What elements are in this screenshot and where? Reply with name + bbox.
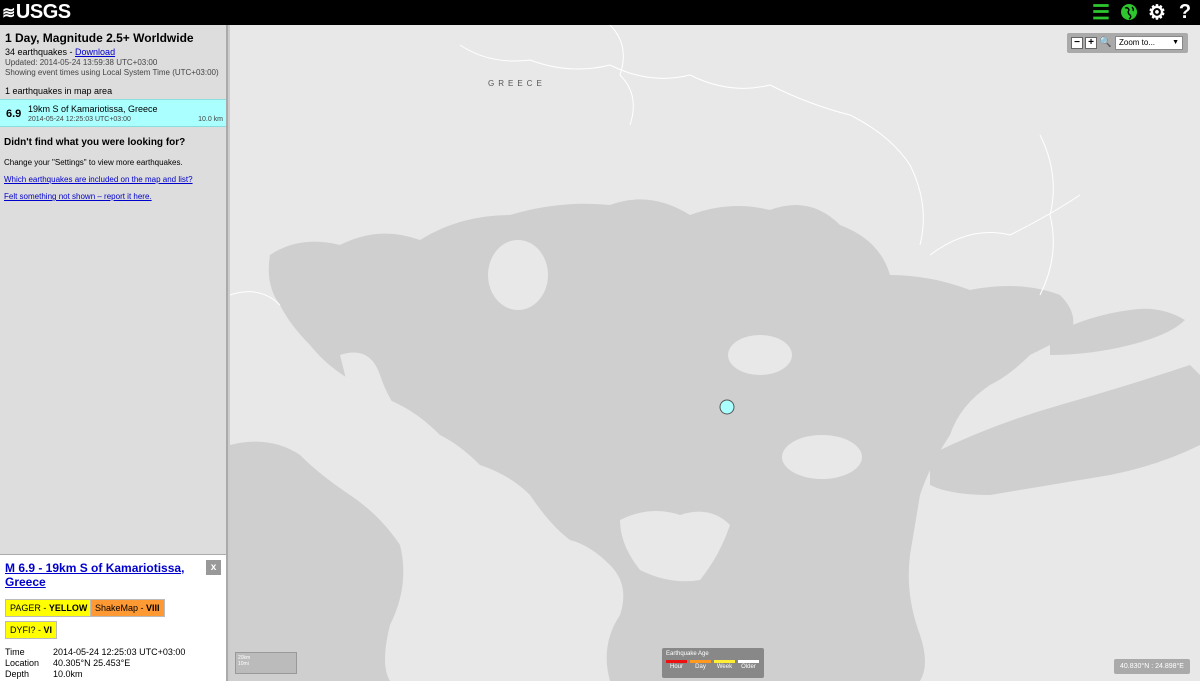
feed-header: 1 Day, Magnitude 2.5+ Worldwide 34 earth… xyxy=(0,25,226,96)
legend-bar-day xyxy=(690,660,711,663)
detail-row-time: Time 2014-05-24 12:25:03 UTC+03:00 xyxy=(5,647,185,658)
zoom-select-value: Zoom to... xyxy=(1119,38,1156,47)
help-icon[interactable]: ? xyxy=(1174,1,1196,23)
globe-icon[interactable] xyxy=(1118,1,1140,23)
felt-report-link[interactable]: Felt something not shown – report it her… xyxy=(4,192,224,201)
earthquake-list-item[interactable]: 6.9 19km S of Kamariotissa, Greece 2014-… xyxy=(0,99,226,127)
zoom-to-select[interactable]: Zoom to... ▼ xyxy=(1115,36,1183,50)
top-icons: ☰ ⚙ ? xyxy=(1090,1,1196,24)
download-link[interactable]: Download xyxy=(75,47,115,57)
legend-label-week: Week xyxy=(716,664,733,670)
earthquake-age-legend: Earthquake Age Hour Day Week Older xyxy=(662,648,764,678)
not-found-section: Didn't find what you were looking for? C… xyxy=(4,137,224,201)
legend-bar-older xyxy=(738,660,759,663)
which-earthquakes-link[interactable]: Which earthquakes are included on the ma… xyxy=(4,175,224,184)
feed-count: 34 earthquakes - Download xyxy=(5,47,221,57)
scale-bar: 20km 10mi xyxy=(235,652,297,674)
row-key: Depth xyxy=(5,669,30,679)
event-detail-panel: M 6.9 - 19km S of Kamariotissa, Greece x… xyxy=(0,554,228,681)
legend-title: Earthquake Age xyxy=(666,651,709,657)
shakemap-value: VIII xyxy=(146,603,160,613)
usgs-logo[interactable]: ≋ USGS xyxy=(2,1,71,23)
in-map-count: 1 earthquakes in map area xyxy=(5,86,113,96)
zoom-in-button[interactable]: + xyxy=(1085,37,1097,49)
pager-label: PAGER - xyxy=(10,603,49,613)
eq-depth: 10.0 km xyxy=(198,116,223,123)
shakemap-badge[interactable]: ShakeMap - VIII xyxy=(90,599,165,617)
chevron-down-icon: ▼ xyxy=(1172,39,1179,46)
gear-icon[interactable]: ⚙ xyxy=(1146,1,1168,24)
pager-badge[interactable]: PAGER - YELLOW xyxy=(5,599,93,617)
timezone-note: Showing event times using Local System T… xyxy=(5,68,219,77)
dyfi-value: VI xyxy=(43,625,53,635)
eq-place: 19km S of Kamariotissa, Greece xyxy=(28,104,158,114)
country-label: GREECE xyxy=(488,79,546,88)
eq-magnitude: 6.9 xyxy=(6,108,22,120)
not-found-text: Change your "Settings" to view more eart… xyxy=(4,158,183,167)
pager-value: YELLOW xyxy=(48,603,88,613)
earthquake-marker[interactable] xyxy=(719,399,735,415)
not-found-title: Didn't find what you were looking for? xyxy=(4,137,186,148)
row-value: 40.305°N 25.453°E xyxy=(53,658,131,668)
feed-title: 1 Day, Magnitude 2.5+ Worldwide xyxy=(5,31,194,45)
legend-label-hour: Hour xyxy=(669,664,683,670)
zoom-control: − + 🔍 Zoom to... ▼ xyxy=(1067,33,1188,53)
count-text: 34 earthquakes - xyxy=(5,47,76,57)
row-key: Time xyxy=(5,647,25,657)
row-value: 2014-05-24 12:25:03 UTC+03:00 xyxy=(53,647,186,657)
dyfi-label: DYFI? - xyxy=(10,625,44,635)
usgs-wave-icon: ≋ xyxy=(2,4,15,22)
updated-text: Updated: 2014-05-24 13:59:38 UTC+03:00 xyxy=(5,58,158,67)
close-button[interactable]: x xyxy=(206,560,221,575)
map-canvas[interactable]: GREECE − + 🔍 Zoom to... ▼ 20km 10mi Earth… xyxy=(230,25,1200,681)
list-icon[interactable]: ☰ xyxy=(1090,1,1112,24)
shakemap-label: ShakeMap - xyxy=(95,603,147,613)
detail-row-depth: Depth 10.0km xyxy=(5,669,185,680)
legend-label-older: Older xyxy=(741,664,756,670)
legend-bars xyxy=(666,660,760,663)
legend-bar-hour xyxy=(666,660,687,663)
detail-rows: Time 2014-05-24 12:25:03 UTC+03:00 Locati… xyxy=(5,647,185,680)
row-key: Location xyxy=(5,658,40,668)
map-terrain xyxy=(230,25,1200,681)
legend-bar-week xyxy=(714,660,735,663)
dyfi-badge[interactable]: DYFI? - VI xyxy=(5,621,58,639)
event-title-link[interactable]: M 6.9 - 19km S of Kamariotissa, Greece xyxy=(5,561,195,589)
row-value: 10.0km xyxy=(53,669,83,679)
logo-text: USGS xyxy=(15,1,71,23)
eq-time: 2014-05-24 12:25:03 UTC+03:00 xyxy=(28,116,131,123)
legend-labels: Hour Day Week Older xyxy=(666,664,760,670)
search-icon[interactable]: 🔍 xyxy=(1099,37,1111,49)
zoom-out-button[interactable]: − xyxy=(1071,37,1083,49)
legend-label-day: Day xyxy=(695,664,706,670)
coordinate-readout: 40.830°N : 24.898°E xyxy=(1114,659,1190,674)
scale-mi: 10mi xyxy=(238,661,249,667)
top-bar: ≋ USGS ☰ ⚙ ? xyxy=(0,0,1200,25)
detail-row-location: Location 40.305°N 25.453°E xyxy=(5,658,185,669)
